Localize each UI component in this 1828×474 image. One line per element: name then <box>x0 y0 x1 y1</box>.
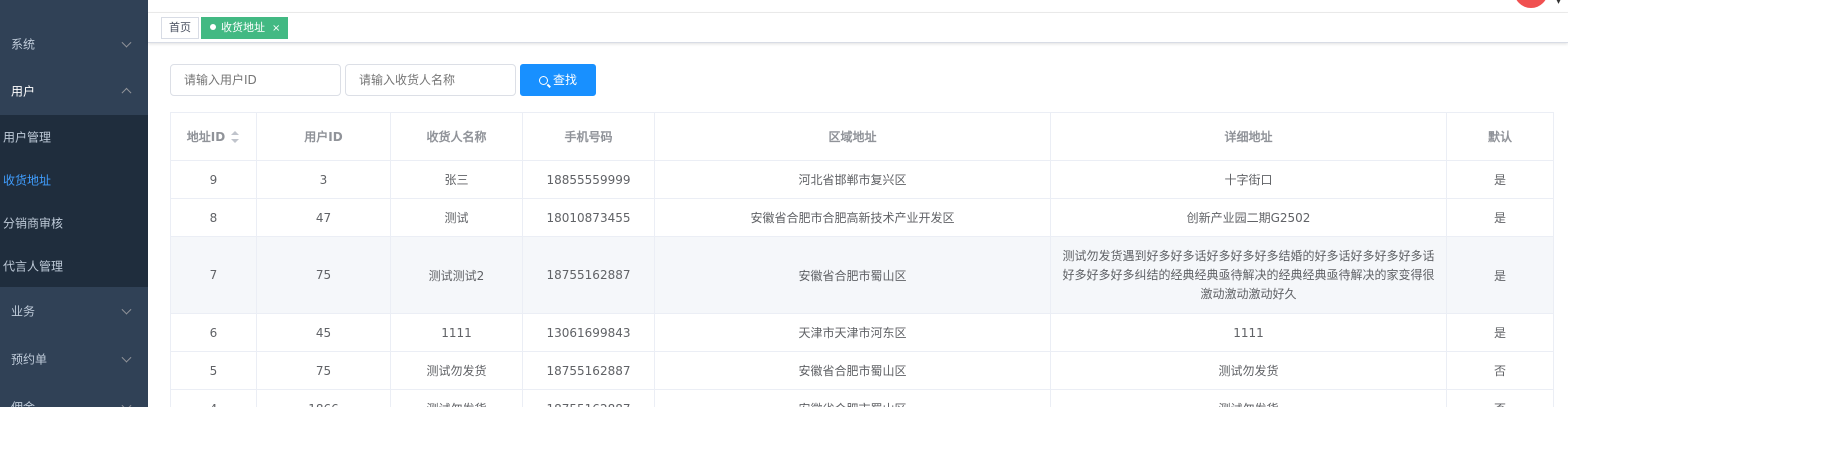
cell-default: 否 <box>1446 389 1554 407</box>
cell-detail-address: 测试勿发货 <box>1050 351 1447 390</box>
cell-user-id: 3 <box>256 160 391 199</box>
tag-home[interactable]: 首页 <box>161 17 199 39</box>
tag-label: 收货地址 <box>221 21 265 34</box>
cell-address-id: 8 <box>170 198 257 237</box>
address-table: 地址ID 用户ID 收货人名称 手机号码 区域地址 详细地址 默认 9 3 张三… <box>170 112 1554 407</box>
column-header-phone: 手机号码 <box>522 112 655 161</box>
user-id-input[interactable] <box>170 64 341 96</box>
cell-receiver: 测试 <box>390 198 523 237</box>
table-row[interactable]: 6 45 1111 13061699843 天津市天津市河东区 1111 是 <box>170 313 1554 352</box>
column-header-region: 区域地址 <box>654 112 1051 161</box>
receiver-name-input[interactable] <box>345 64 516 96</box>
cell-phone: 18755162887 <box>522 351 655 390</box>
column-header-user-id: 用户ID <box>256 112 391 161</box>
table-header-row: 地址ID 用户ID 收货人名称 手机号码 区域地址 详细地址 默认 <box>170 112 1554 161</box>
sidebar-item-reservation[interactable]: 预约单 <box>0 335 148 383</box>
cell-region: 河北省邯郸市复兴区 <box>654 160 1051 199</box>
cell-address-id: 5 <box>170 351 257 390</box>
cell-receiver: 测试测试2 <box>390 236 523 314</box>
sidebar-item-label: 代言人管理 <box>3 259 64 273</box>
sidebar-item-label: 收货地址 <box>3 173 52 187</box>
cell-address-id: 9 <box>170 160 257 199</box>
table-row[interactable]: 8 47 测试 18010873455 安徽省合肥市合肥高新技术产业开发区 创新… <box>170 198 1554 237</box>
cell-user-id: 45 <box>256 313 391 352</box>
cell-detail-address: 1111 <box>1050 313 1447 352</box>
table-row[interactable]: 7 75 测试测试2 18755162887 安徽省合肥市蜀山区 测试勿发货遇到… <box>170 236 1554 314</box>
sidebar-item-user[interactable]: 用户 <box>0 67 148 115</box>
cell-phone: 18755162887 <box>522 389 655 407</box>
cell-user-id: 47 <box>256 198 391 237</box>
cell-detail-address: 测试勿发货 <box>1050 389 1447 407</box>
tag-label: 首页 <box>169 21 191 34</box>
search-button[interactable]: 查找 <box>520 64 596 96</box>
cell-phone: 18010873455 <box>522 198 655 237</box>
cell-region: 安徽省合肥市蜀山区 <box>654 389 1051 407</box>
cell-default: 否 <box>1446 351 1554 390</box>
user-submenu: 用户管理 收货地址 分销商审核 代言人管理 <box>0 115 148 287</box>
sidebar-item-shipping-address[interactable]: 收货地址 <box>0 158 148 201</box>
tag-shipping-address[interactable]: 收货地址 × <box>201 17 289 39</box>
cell-address-id: 4 <box>170 389 257 407</box>
cell-receiver: 1111 <box>390 313 523 352</box>
sidebar-item-label: 预约单 <box>11 352 48 367</box>
cell-phone: 13061699843 <box>522 313 655 352</box>
cell-detail-address: 创新产业园二期G2502 <box>1050 198 1447 237</box>
sidebar-item-label: 系统 <box>11 37 36 52</box>
cell-receiver: 张三 <box>390 160 523 199</box>
chevron-down-icon <box>121 400 132 407</box>
app-root: 系统 用户 用户管理 收货地址 分销商审核 代言人管理 业务 预约单 ▾ 首页 … <box>0 0 1568 407</box>
cell-region: 安徽省合肥市蜀山区 <box>654 351 1051 390</box>
search-icon <box>538 76 548 85</box>
cell-default: 是 <box>1446 198 1554 237</box>
sidebar-item-label: 佣金 <box>11 399 35 408</box>
sidebar-item-commission[interactable]: 佣金 <box>0 383 148 407</box>
column-header-address-id[interactable]: 地址ID <box>170 112 257 161</box>
cell-phone: 18755162887 <box>522 236 655 314</box>
sidebar: 系统 用户 用户管理 收货地址 分销商审核 代言人管理 业务 预约单 <box>0 0 148 407</box>
cell-detail-address: 测试勿发货遇到好多好多话好多好多好多结婚的好多话好多好多好多话好多好多好多纠结的… <box>1050 236 1447 314</box>
sidebar-item-spokesperson[interactable]: 代言人管理 <box>0 244 148 287</box>
sidebar-item-label: 业务 <box>11 304 36 319</box>
chevron-down-icon <box>121 352 132 363</box>
table-row[interactable]: 5 75 测试勿发货 18755162887 安徽省合肥市蜀山区 测试勿发货 否 <box>170 351 1554 390</box>
sort-icon[interactable] <box>231 131 240 143</box>
sidebar-item-top-partial[interactable] <box>0 0 148 22</box>
sidebar-item-distributor-review[interactable]: 分销商审核 <box>0 201 148 244</box>
cell-detail-address: 十字街口 <box>1050 160 1447 199</box>
cell-user-id: 75 <box>256 351 391 390</box>
cell-phone: 18855559999 <box>522 160 655 199</box>
cell-address-id: 7 <box>170 236 257 314</box>
cell-default: 是 <box>1446 236 1554 314</box>
cell-user-id: 75 <box>256 236 391 314</box>
table-row[interactable]: 9 3 张三 18855559999 河北省邯郸市复兴区 十字街口 是 <box>170 160 1554 199</box>
sidebar-item-system[interactable]: 系统 <box>0 20 148 68</box>
search-button-label: 查找 <box>552 73 577 87</box>
sidebar-item-label: 用户管理 <box>3 130 52 144</box>
chevron-up-icon <box>121 87 132 98</box>
cell-region: 安徽省合肥市蜀山区 <box>654 236 1051 314</box>
cell-default: 是 <box>1446 313 1554 352</box>
column-header-detail-address: 详细地址 <box>1050 112 1447 161</box>
sidebar-item-user-management[interactable]: 用户管理 <box>0 115 148 158</box>
cell-receiver: 测试勿发货 <box>390 351 523 390</box>
cell-receiver: 测试勿发货 <box>390 389 523 407</box>
cell-region: 天津市天津市河东区 <box>654 313 1051 352</box>
sidebar-item-business[interactable]: 业务 <box>0 287 148 335</box>
top-navbar <box>148 0 1568 13</box>
cell-region: 安徽省合肥市合肥高新技术产业开发区 <box>654 198 1051 237</box>
chevron-down-icon <box>121 37 132 48</box>
close-icon[interactable]: × <box>272 23 280 34</box>
table-row[interactable]: 4 1866 测试勿发货 18755162887 安徽省合肥市蜀山区 测试勿发货… <box>170 389 1554 407</box>
caret-down-icon[interactable]: ▾ <box>1556 0 1561 7</box>
tags-view: 首页 收货地址 × <box>148 13 1568 43</box>
sidebar-item-label: 分销商审核 <box>3 216 64 230</box>
sidebar-item-label: 用户 <box>11 84 36 99</box>
cell-address-id: 6 <box>170 313 257 352</box>
active-dot-icon <box>210 24 216 30</box>
cell-user-id: 1866 <box>256 389 391 407</box>
column-header-default: 默认 <box>1446 112 1554 161</box>
cell-default: 是 <box>1446 160 1554 199</box>
column-header-receiver: 收货人名称 <box>390 112 523 161</box>
chevron-down-icon <box>121 304 132 315</box>
